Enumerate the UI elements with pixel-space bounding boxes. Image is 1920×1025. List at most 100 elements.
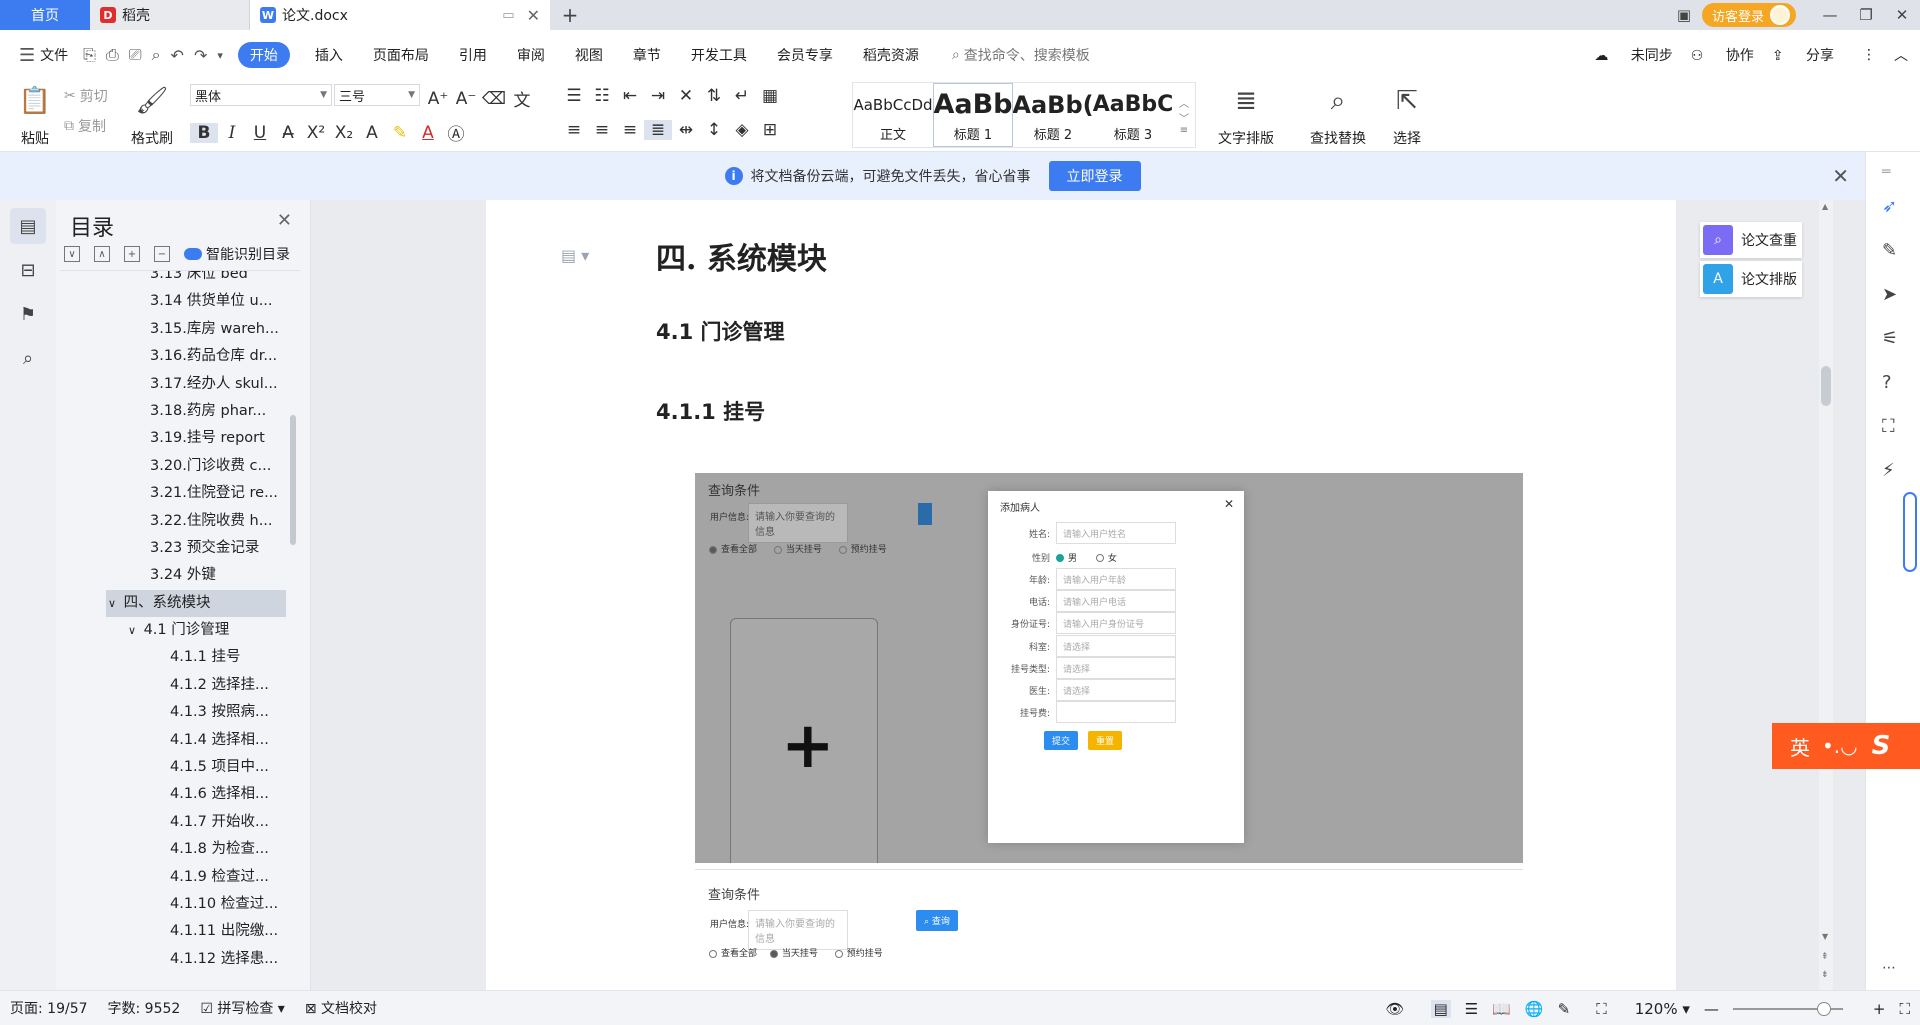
- strikethrough-icon[interactable]: A̶: [274, 123, 302, 143]
- prev-page-icon[interactable]: ⇞: [1821, 952, 1829, 962]
- collab-button[interactable]: ⚇ 协作: [1691, 45, 1754, 65]
- toc-item[interactable]: 3.14 供货单位 u...: [60, 288, 300, 315]
- menu-page-layout[interactable]: 页面布局: [373, 45, 429, 65]
- scroll-thumb[interactable]: [1821, 366, 1831, 406]
- command-search[interactable]: ⌕ 查找命令、搜索模板: [952, 45, 1090, 65]
- toc-item[interactable]: 3.17.经办人 skul...: [60, 371, 300, 398]
- close-window-icon[interactable]: ✕: [1884, 6, 1920, 24]
- web-view-icon[interactable]: 🌐: [1525, 1000, 1544, 1018]
- more-dots-icon[interactable]: ⋯: [1882, 960, 1896, 976]
- lightning-icon[interactable]: ⚡: [1882, 460, 1895, 481]
- zoom-in-icon[interactable]: +: [1873, 1000, 1886, 1018]
- select-button[interactable]: ⇱ 选择: [1382, 82, 1432, 148]
- close-icon[interactable]: ✕: [277, 210, 292, 231]
- proofread-button[interactable]: ⊠ 文档校对: [305, 998, 377, 1018]
- toc-item[interactable]: ∨ 4.1 门诊管理: [60, 617, 300, 644]
- decrease-indent-icon[interactable]: ⇤: [616, 86, 644, 106]
- shrink-font-icon[interactable]: A⁻: [452, 89, 480, 109]
- tab-float-icon[interactable]: ▭: [502, 8, 514, 23]
- style-gallery-scroll[interactable]: ︿ ﹀ ≡: [1173, 83, 1195, 147]
- tab-daoke[interactable]: D 稻壳: [90, 0, 250, 30]
- menu-member[interactable]: 会员专享: [777, 45, 833, 65]
- collapse-all-icon[interactable]: ∨: [64, 246, 80, 262]
- text-layout-button[interactable]: ≣ 文字排版: [1208, 82, 1284, 148]
- word-count[interactable]: 字数: 9552: [108, 998, 181, 1018]
- align-right-icon[interactable]: ≡: [616, 120, 644, 140]
- toc-item[interactable]: 3.16.药品仓库 dr...: [60, 343, 300, 370]
- ime-indicator[interactable]: 英 •.◡ S: [1772, 723, 1920, 769]
- hamburger-icon[interactable]: ☰: [19, 45, 35, 66]
- write-view-icon[interactable]: ✎: [1558, 1000, 1571, 1018]
- numbered-list-icon[interactable]: ☷: [588, 86, 616, 106]
- shading-icon[interactable]: ◈: [728, 120, 756, 140]
- toc-item[interactable]: 4.1.11 出院缴...: [60, 918, 300, 945]
- undo-icon[interactable]: ↶: [171, 46, 184, 65]
- align-justify-icon[interactable]: ≣: [644, 120, 672, 140]
- embedded-screenshot-register[interactable]: 查询条件 用户信息: 请输入你要查询的信息 查看全部 当天挂号 预约挂号 + 添…: [695, 473, 1523, 863]
- cut-button[interactable]: ✂ 剪切: [64, 86, 108, 106]
- menu-developer[interactable]: 开发工具: [691, 45, 747, 65]
- toc-item[interactable]: 3.18.药房 phar...: [60, 398, 300, 425]
- font-size-select[interactable]: 三号 ▼: [334, 84, 420, 106]
- restore-icon[interactable]: ❐: [1848, 6, 1884, 24]
- chevron-down-icon[interactable]: ∨: [108, 597, 120, 610]
- toc-item[interactable]: 4.1.12 选择患...: [60, 946, 300, 973]
- font-name-select[interactable]: 黑体 ▼: [190, 84, 332, 106]
- page-view-icon[interactable]: ▤: [1430, 999, 1451, 1018]
- toc-item[interactable]: 4.1.4 选择相...: [60, 727, 300, 754]
- toc-item[interactable]: 4.1.1 挂号: [60, 644, 300, 671]
- redo-icon[interactable]: ↷: [194, 46, 207, 65]
- show-marks-icon[interactable]: ↵: [728, 86, 756, 106]
- fit-page-icon[interactable]: ⛶: [1596, 1000, 1607, 1018]
- outline-view-icon[interactable]: ☰: [1465, 1000, 1478, 1018]
- spell-check-button[interactable]: ☑ 拼写检查 ▾: [200, 998, 285, 1018]
- toc-item[interactable]: 4.1.3 按照病...: [60, 699, 300, 726]
- chevron-down-icon[interactable]: ﹀: [1179, 110, 1189, 125]
- chapter-icon[interactable]: ⊟: [10, 252, 46, 288]
- menu-chapter[interactable]: 章节: [633, 45, 661, 65]
- close-icon[interactable]: ✕: [1832, 164, 1849, 188]
- bookmark-icon[interactable]: ⚑: [10, 296, 46, 332]
- read-view-icon[interactable]: 📖: [1492, 1000, 1511, 1018]
- text-effect-icon[interactable]: A: [358, 123, 386, 143]
- vertical-scrollbar[interactable]: ▲ ▼ ⇞ ⇟: [1819, 200, 1833, 990]
- more-icon[interactable]: ⋮: [1862, 47, 1876, 63]
- settings-sliders-icon[interactable]: ⚟: [1882, 328, 1898, 349]
- char-border-icon[interactable]: Ⓐ: [442, 120, 470, 145]
- zoom-slider[interactable]: [1732, 1001, 1843, 1016]
- bold-icon[interactable]: B: [190, 122, 218, 143]
- style-body[interactable]: AaBbCcDd 正文: [853, 83, 933, 147]
- rocket-icon[interactable]: ➶: [1882, 196, 1897, 217]
- grow-font-icon[interactable]: A⁺: [424, 89, 452, 109]
- toc-item[interactable]: 4.1.5 项目中...: [60, 754, 300, 781]
- toc-item[interactable]: 3.22.住院收费 h...: [60, 508, 300, 535]
- thesis-check-button[interactable]: ⌕ 论文查重: [1700, 222, 1802, 258]
- highlight-icon[interactable]: ✎: [386, 123, 414, 143]
- help-icon[interactable]: ?: [1882, 372, 1892, 393]
- toc-item[interactable]: 3.21.住院登记 re...: [60, 480, 300, 507]
- distribute-icon[interactable]: ⇹: [672, 120, 700, 140]
- superscript-icon[interactable]: X²: [302, 123, 330, 143]
- print-icon[interactable]: ⎚: [129, 45, 142, 65]
- toc-item[interactable]: 4.1.7 开始收...: [60, 809, 300, 836]
- login-now-button[interactable]: 立即登录: [1048, 161, 1141, 191]
- export-icon[interactable]: ⎙: [106, 45, 119, 65]
- chevron-up-icon[interactable]: ︿: [1179, 95, 1189, 110]
- chinese-layout-icon[interactable]: ✕: [672, 86, 700, 106]
- toc-item[interactable]: 4.1.2 选择挂...: [60, 672, 300, 699]
- collapse-ribbon-icon[interactable]: ︿: [1894, 45, 1908, 65]
- toc-item[interactable]: 3.24 外键: [60, 562, 300, 589]
- gallery-icon[interactable]: ⛶: [1882, 416, 1895, 437]
- table-tools-icon[interactable]: ▦: [756, 86, 784, 106]
- menu-insert[interactable]: 插入: [315, 45, 343, 65]
- increase-indent-icon[interactable]: ⇥: [644, 86, 672, 106]
- menu-start[interactable]: 开始: [237, 42, 290, 68]
- expand-icon[interactable]: ≡: [1180, 125, 1188, 136]
- toc-item[interactable]: 4.1.9 检查过...: [60, 864, 300, 891]
- fullscreen-icon[interactable]: ⛶: [1899, 1000, 1910, 1018]
- toc-item[interactable]: 4.1.6 选择相...: [60, 781, 300, 808]
- smart-toc-button[interactable]: 智能识别目录: [184, 244, 290, 264]
- window-layout-icon[interactable]: ▣: [1666, 6, 1702, 24]
- menu-reference[interactable]: 引用: [459, 45, 487, 65]
- toc-item[interactable]: 4.1.10 检查过...: [60, 891, 300, 918]
